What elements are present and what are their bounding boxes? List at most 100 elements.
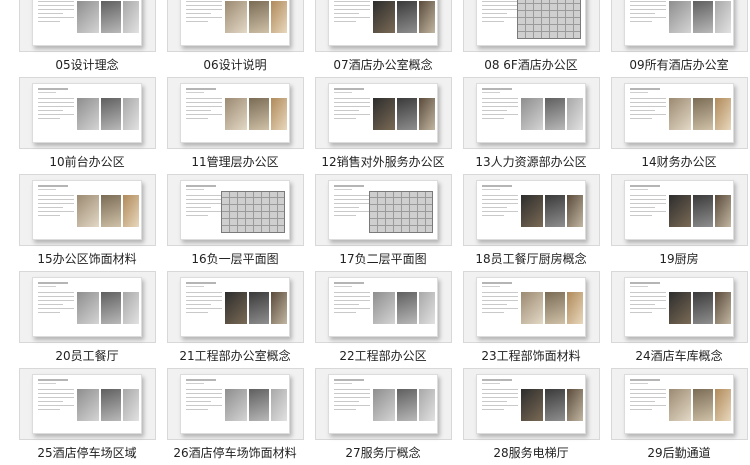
slide-thumbnail[interactable] [328, 277, 438, 337]
slide-thumbnail[interactable] [624, 277, 734, 337]
slide-thumbnail[interactable] [32, 277, 142, 337]
slide-thumbnail-frame[interactable] [18, 174, 156, 246]
thumb-photo [123, 1, 139, 33]
slide-item[interactable]: 07酒店办公室概念 [309, 0, 457, 77]
slide-thumbnail[interactable] [32, 180, 142, 240]
thumb-text-block [630, 389, 666, 413]
slide-thumbnail[interactable] [476, 277, 586, 337]
slide-thumbnail-frame[interactable] [166, 174, 304, 246]
thumb-photo [669, 98, 691, 130]
thumb-heading-line [482, 379, 512, 381]
slide-thumbnail[interactable] [180, 0, 290, 46]
slide-thumbnail-frame[interactable] [18, 271, 156, 343]
slide-item[interactable]: 18员工餐厅厨房概念 [457, 174, 605, 271]
slide-thumbnail-frame[interactable] [610, 174, 748, 246]
thumb-photo [715, 292, 731, 324]
slide-item[interactable]: 13人力资源部办公区 [457, 77, 605, 174]
thumb-floor-plan [517, 0, 581, 39]
slide-thumbnail[interactable] [328, 83, 438, 143]
slide-item[interactable]: 27服务厅概念 [309, 368, 457, 465]
thumb-photo [249, 292, 269, 324]
slide-thumbnail-frame[interactable] [462, 368, 600, 440]
slide-thumbnail-frame[interactable] [18, 77, 156, 149]
slide-thumbnail-frame[interactable] [314, 77, 452, 149]
slide-thumbnail-frame[interactable] [166, 368, 304, 440]
slide-item[interactable]: 06设计说明 [161, 0, 309, 77]
slide-label: 10前台办公区 [49, 155, 125, 169]
slide-thumbnail[interactable] [180, 180, 290, 240]
slide-item[interactable]: 28服务电梯厅 [457, 368, 605, 465]
slide-item[interactable]: 11管理层办公区 [161, 77, 309, 174]
slide-thumbnail[interactable] [328, 374, 438, 434]
thumb-photo [545, 389, 565, 421]
slide-thumbnail[interactable] [624, 374, 734, 434]
slide-item[interactable]: 12销售对外服务办公区 [309, 77, 457, 174]
thumb-photo [249, 1, 269, 33]
slide-item[interactable]: 14财务办公区 [605, 77, 750, 174]
slide-thumbnail[interactable] [476, 374, 586, 434]
slide-label: 18员工餐厅厨房概念 [475, 252, 587, 266]
slide-thumbnail[interactable] [624, 180, 734, 240]
slide-item[interactable]: 10前台办公区 [13, 77, 161, 174]
slide-item[interactable]: 24酒店车库概念 [605, 271, 750, 368]
thumb-heading-line [38, 379, 68, 381]
slide-thumbnail[interactable] [32, 0, 142, 46]
slide-item[interactable]: 21工程部办公室概念 [161, 271, 309, 368]
slide-item[interactable]: 17负二层平面图 [309, 174, 457, 271]
thumb-photo [249, 389, 269, 421]
slide-label: 29后勤通道 [647, 446, 711, 460]
slide-thumbnail-frame[interactable] [18, 368, 156, 440]
slide-label: 26酒店停车场饰面材料 [173, 446, 297, 460]
slide-thumbnail-frame[interactable] [314, 271, 452, 343]
slide-item[interactable]: 22工程部办公区 [309, 271, 457, 368]
slide-item[interactable]: 08 6F酒店办公区 [457, 0, 605, 77]
slide-thumbnail-frame[interactable] [314, 0, 452, 52]
thumb-heading-line [334, 88, 364, 90]
slide-thumbnail-frame[interactable] [610, 77, 748, 149]
thumb-photo [123, 292, 139, 324]
slide-thumbnail-frame[interactable] [18, 0, 156, 52]
slide-thumbnail-frame[interactable] [462, 174, 600, 246]
slide-item[interactable]: 29后勤通道 [605, 368, 750, 465]
slide-thumbnail[interactable] [32, 83, 142, 143]
slide-thumbnail[interactable] [624, 83, 734, 143]
thumb-heading-line [334, 379, 364, 381]
thumb-photo [545, 292, 565, 324]
slide-thumbnail[interactable] [328, 180, 438, 240]
slide-thumbnail[interactable] [328, 0, 438, 46]
slide-item[interactable]: 20员工餐厅 [13, 271, 161, 368]
slide-item[interactable]: 23工程部饰面材料 [457, 271, 605, 368]
slide-thumbnail[interactable] [624, 0, 734, 46]
slide-thumbnail-frame[interactable] [610, 271, 748, 343]
slide-thumbnail[interactable] [180, 277, 290, 337]
slide-item[interactable]: 16负一层平面图 [161, 174, 309, 271]
slide-thumbnail-frame[interactable] [166, 0, 304, 52]
slide-thumbnail-frame[interactable] [462, 77, 600, 149]
slide-thumbnail-frame[interactable] [166, 271, 304, 343]
slide-thumbnail-frame[interactable] [462, 0, 600, 52]
slide-thumbnail[interactable] [476, 83, 586, 143]
slide-item[interactable]: 15办公区饰面材料 [13, 174, 161, 271]
slide-thumbnail[interactable] [476, 180, 586, 240]
thumb-subheading-line [630, 383, 648, 384]
thumb-photo [693, 1, 713, 33]
slide-thumbnail-frame[interactable] [462, 271, 600, 343]
slide-thumbnail[interactable] [180, 83, 290, 143]
slide-item[interactable]: 19厨房 [605, 174, 750, 271]
slide-thumbnail-frame[interactable] [610, 368, 748, 440]
slide-thumbnail-frame[interactable] [314, 368, 452, 440]
slide-item[interactable]: 25酒店停车场区域 [13, 368, 161, 465]
thumb-photo [419, 1, 435, 33]
slide-item[interactable]: 26酒店停车场饰面材料 [161, 368, 309, 465]
slide-thumbnail-frame[interactable] [166, 77, 304, 149]
thumb-text-block [38, 389, 74, 413]
slide-thumbnail[interactable] [476, 0, 586, 46]
slide-thumbnail-frame[interactable] [610, 0, 748, 52]
slide-item[interactable]: 09所有酒店办公室 [605, 0, 750, 77]
slide-thumbnail[interactable] [32, 374, 142, 434]
slide-label: 28服务电梯厅 [493, 446, 569, 460]
slide-thumbnail[interactable] [180, 374, 290, 434]
thumb-text-block [482, 292, 518, 316]
slide-item[interactable]: 05设计理念 [13, 0, 161, 77]
slide-thumbnail-frame[interactable] [314, 174, 452, 246]
